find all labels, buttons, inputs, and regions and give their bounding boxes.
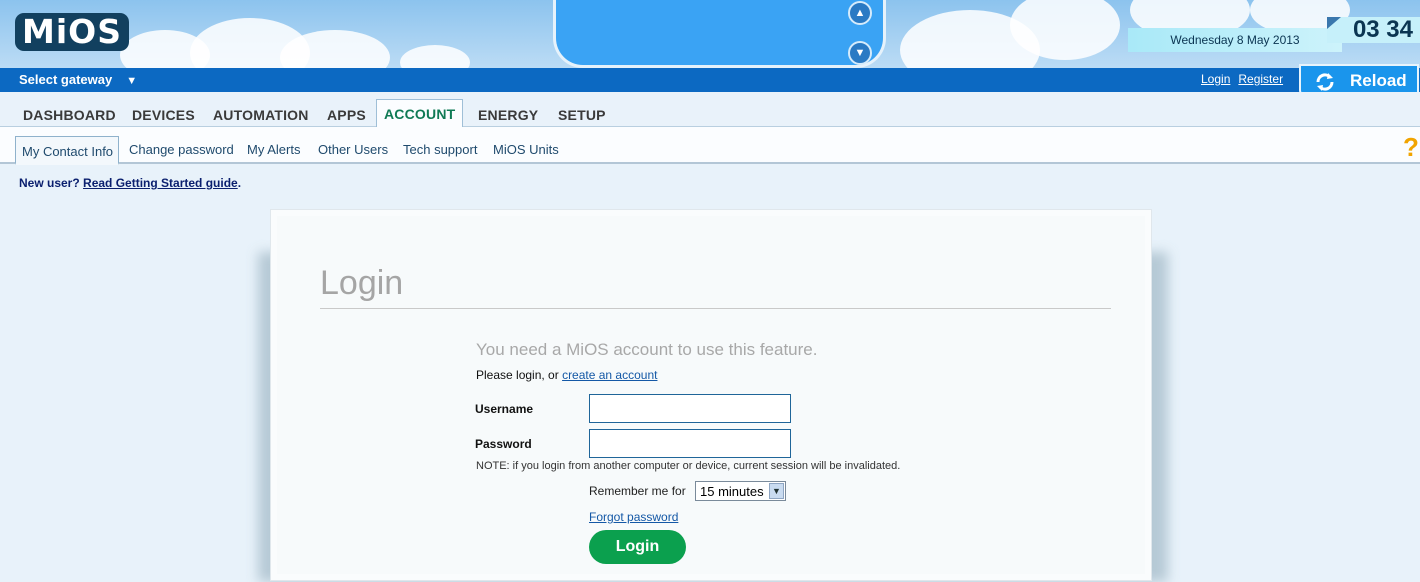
scroll-down-icon[interactable]: ▼ [848,41,872,65]
tab-energy[interactable]: ENERGY [478,107,538,123]
register-link[interactable]: Register [1238,72,1283,86]
reload-icon [1316,73,1334,91]
subtab-mios-units[interactable]: MiOS Units [493,142,559,157]
cloud-decoration [400,45,470,68]
need-account-message: You need a MiOS account to use this feat… [476,340,818,359]
password-label: Password [475,437,532,451]
username-input[interactable] [589,394,791,423]
tab-account[interactable]: ACCOUNT [376,99,464,129]
tab-apps[interactable]: APPS [327,107,366,123]
clock-corner-decoration [1327,17,1341,29]
remember-duration-select[interactable]: 15 minutes ▼ [695,481,786,501]
tab-automation[interactable]: AUTOMATION [213,107,309,123]
subtab-tech-support[interactable]: Tech support [403,142,477,157]
date-display: Wednesday 8 May 2013 [1128,28,1342,52]
header-banner: MiOS ▲ ▼ Wednesday 8 May 2013 03 34 [0,0,1420,68]
dropdown-arrow-icon: ▼ [769,483,784,499]
scroll-up-icon[interactable]: ▲ [848,1,872,25]
help-icon[interactable]: ? [1403,132,1419,163]
select-gateway-dropdown[interactable]: Select gateway ▼ [19,68,137,92]
subtab-change-password[interactable]: Change password [129,142,234,157]
login-button[interactable]: Login [589,530,686,564]
top-nav-bar: Select gateway ▼ Login Register [0,68,1420,92]
new-user-notice: New user? Read Getting Started guide. [19,176,241,190]
create-account-link[interactable]: create an account [562,368,657,382]
sub-tabs: My Contact Info Change password My Alert… [0,127,1420,165]
please-login-prefix: Please login, or [476,368,559,382]
getting-started-link[interactable]: Read Getting Started guide [83,176,238,190]
select-gateway-label: Select gateway [19,72,113,87]
tab-setup[interactable]: SETUP [558,107,606,123]
main-tabs: DASHBOARD DEVICES AUTOMATION APPS ACCOUN… [0,92,1420,129]
login-card: Login You need a MiOS account to use thi… [271,210,1151,580]
remember-duration-value: 15 minutes [700,484,764,499]
login-title: Login [320,264,404,302]
subtab-other-users[interactable]: Other Users [318,142,388,157]
forgot-password-link[interactable]: Forgot password [589,510,678,524]
password-input[interactable] [589,429,791,458]
remember-label: Remember me for [589,484,686,498]
subtab-my-contact-info[interactable]: My Contact Info [15,136,120,165]
subtab-my-alerts[interactable]: My Alerts [247,142,300,157]
new-user-suffix: . [237,176,242,190]
new-user-prefix: New user? [19,176,80,190]
scene-panel: ▲ ▼ [553,0,886,68]
title-divider [320,308,1111,309]
username-label: Username [475,402,534,416]
mios-logo: MiOS [15,13,129,51]
account-links: Login Register [1201,72,1291,86]
login-link[interactable]: Login [1201,72,1230,86]
chevron-down-icon: ▼ [126,75,138,87]
tab-dashboard[interactable]: DASHBOARD [23,107,116,123]
tab-devices[interactable]: DEVICES [132,107,195,123]
please-login-text: Please login, or create an account [476,368,657,382]
session-note: NOTE: if you login from another computer… [476,460,901,472]
